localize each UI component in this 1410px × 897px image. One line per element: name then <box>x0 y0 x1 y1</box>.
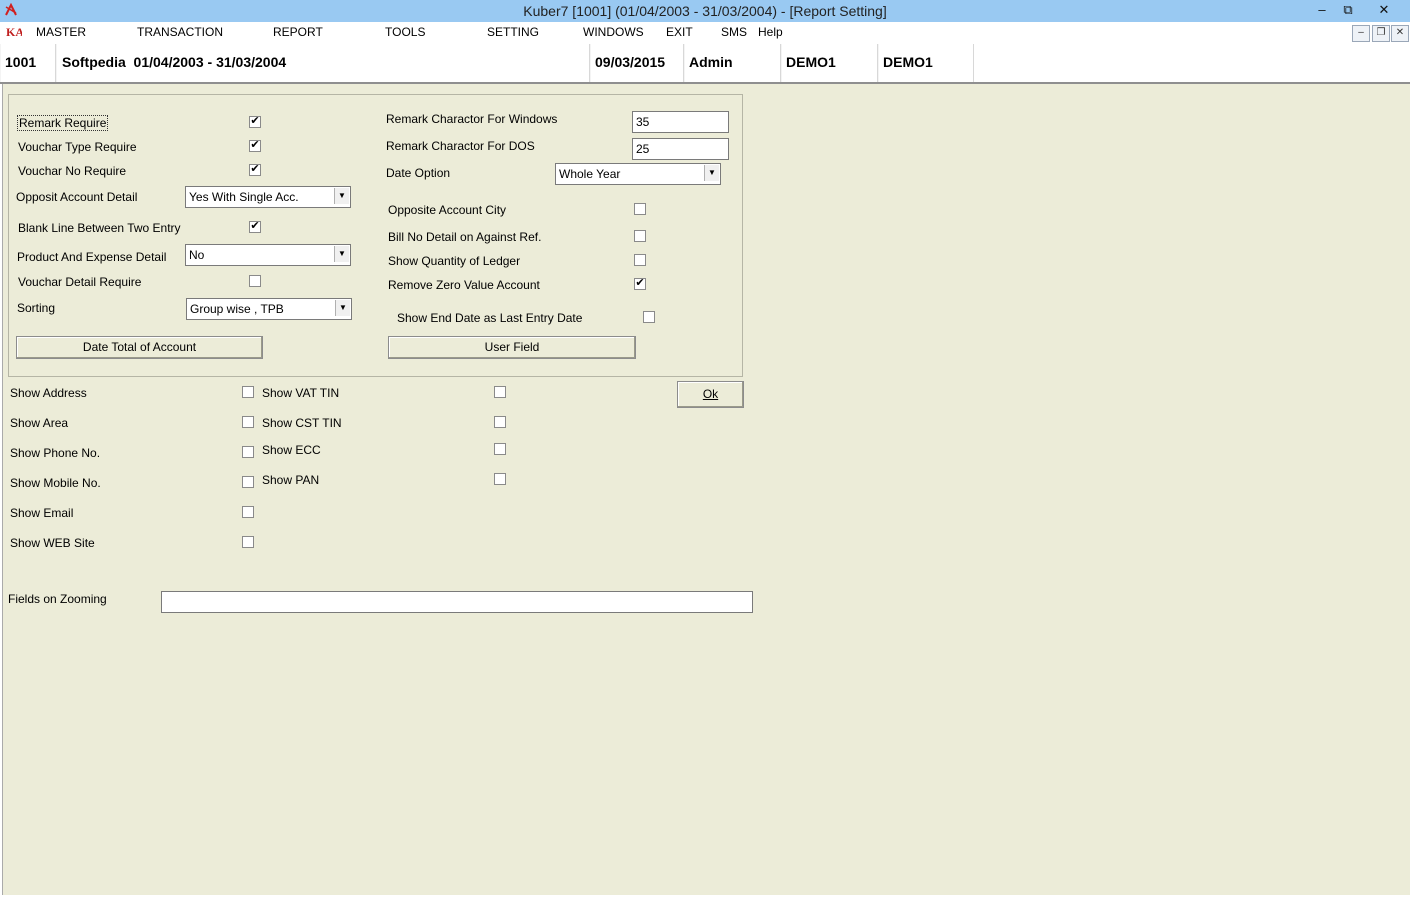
remove-zero-checkbox[interactable]: ✔ <box>634 278 646 290</box>
vouchar-detail-require-checkbox[interactable] <box>249 275 261 287</box>
show-ecc-label: Show ECC <box>262 443 321 457</box>
vouchar-type-require-checkbox[interactable]: ✔ <box>249 140 261 152</box>
opposite-city-checkbox[interactable] <box>634 203 646 215</box>
remark-windows-input[interactable]: 35 <box>632 111 729 133</box>
show-quantity-label: Show Quantity of Ledger <box>388 254 521 268</box>
remove-zero-label: Remove Zero Value Account <box>388 278 540 292</box>
show-email-checkbox[interactable] <box>242 506 254 518</box>
mdi-minimize-icon[interactable]: – <box>1352 25 1370 42</box>
product-expense-select[interactable]: No ▼ <box>185 244 351 266</box>
show-address-label: Show Address <box>10 386 87 400</box>
chevron-down-icon[interactable]: ▼ <box>335 300 350 316</box>
show-vat-tin-label: Show VAT TIN <box>262 386 340 400</box>
menu-sms[interactable]: SMS <box>721 25 747 39</box>
remark-dos-input[interactable]: 25 <box>632 138 729 160</box>
mdi-close-icon[interactable]: ✕ <box>1391 25 1409 42</box>
show-cst-tin-checkbox[interactable] <box>494 416 506 428</box>
check-mark-icon: ✔ <box>250 220 260 232</box>
blank-line-label: Blank Line Between Two Entry <box>18 221 181 235</box>
opposite-city-label: Opposite Account City <box>388 203 507 217</box>
input-value: 25 <box>636 142 650 156</box>
product-expense-label: Product And Expense Detail <box>17 250 167 264</box>
remark-require-label: Remark Require <box>17 115 109 131</box>
close-icon[interactable]: ✕ <box>1362 0 1406 20</box>
bill-no-detail-label: Bill No Detail on Against Ref. <box>388 230 542 244</box>
menu-tools[interactable]: TOOLS <box>385 25 425 39</box>
show-end-date-label: Show End Date as Last Entry Date <box>397 311 583 325</box>
database-name-2: DEMO1 <box>883 54 933 70</box>
show-phone-checkbox[interactable] <box>242 446 254 458</box>
date-option-label: Date Option <box>386 166 451 180</box>
fields-on-zooming-input[interactable] <box>161 591 753 613</box>
menu-transaction[interactable]: TRANSACTION <box>137 25 223 39</box>
date-option-select[interactable]: Whole Year ▼ <box>555 163 721 185</box>
opposit-account-detail-label: Opposit Account Detail <box>16 190 138 204</box>
menu-app-icon[interactable]: KA <box>6 25 24 42</box>
show-end-date-checkbox[interactable] <box>643 311 655 323</box>
opposit-account-detail-select[interactable]: Yes With Single Acc. ▼ <box>185 186 351 208</box>
user-field-button[interactable]: User Field <box>388 336 636 359</box>
show-email-label: Show Email <box>10 506 74 520</box>
select-value: Whole Year <box>559 167 621 181</box>
minimize-icon[interactable]: – <box>1310 0 1334 20</box>
date-total-button[interactable]: Date Total of Account <box>16 336 263 359</box>
remark-dos-label: Remark Charactor For DOS <box>386 139 535 153</box>
vouchar-no-require-checkbox[interactable]: ✔ <box>249 164 261 176</box>
select-value: Group wise , TPB <box>190 302 284 316</box>
sorting-select[interactable]: Group wise , TPB ▼ <box>186 298 352 320</box>
menu-master[interactable]: MASTER <box>36 25 86 39</box>
menu-report[interactable]: REPORT <box>273 25 323 39</box>
show-vat-tin-checkbox[interactable] <box>494 386 506 398</box>
menu-help[interactable]: Help <box>758 25 783 39</box>
show-area-label: Show Area <box>10 416 69 430</box>
show-ecc-checkbox[interactable] <box>494 443 506 455</box>
check-mark-icon: ✔ <box>250 163 260 175</box>
current-date: 09/03/2015 <box>595 54 666 70</box>
menu-exit[interactable]: EXIT <box>666 25 693 39</box>
svg-text:KA: KA <box>6 25 22 39</box>
company-code: 1001 <box>5 54 37 70</box>
show-cst-tin-label: Show CST TIN <box>262 416 342 430</box>
remark-windows-label: Remark Charactor For Windows <box>386 112 558 126</box>
vouchar-no-require-label: Vouchar No Require <box>18 164 127 178</box>
settings-group-box <box>8 94 743 377</box>
show-website-checkbox[interactable] <box>242 536 254 548</box>
mdi-restore-icon[interactable]: ❐ <box>1372 25 1390 42</box>
restore-icon[interactable]: ⧉ <box>1336 0 1360 20</box>
menu-setting[interactable]: SETTING <box>487 25 539 39</box>
fields-on-zooming-label: Fields on Zooming <box>8 592 107 606</box>
check-mark-icon: ✔ <box>635 277 645 289</box>
vouchar-detail-require-label: Vouchar Detail Require <box>18 275 142 289</box>
check-mark-icon: ✔ <box>250 115 260 127</box>
show-phone-label: Show Phone No. <box>10 446 101 460</box>
show-mobile-label: Show Mobile No. <box>10 476 101 490</box>
select-value: Yes With Single Acc. <box>189 190 299 204</box>
vouchar-type-require-label: Vouchar Type Require <box>18 140 137 154</box>
menu-windows[interactable]: WINDOWS <box>583 25 644 39</box>
chevron-down-icon[interactable]: ▼ <box>704 165 719 181</box>
chevron-down-icon[interactable]: ▼ <box>334 188 349 204</box>
show-address-checkbox[interactable] <box>242 386 254 398</box>
current-user: Admin <box>689 54 733 70</box>
show-mobile-checkbox[interactable] <box>242 476 254 488</box>
show-pan-checkbox[interactable] <box>494 473 506 485</box>
check-mark-icon: ✔ <box>250 139 260 151</box>
input-value: 35 <box>636 115 650 129</box>
sorting-label: Sorting <box>17 301 56 315</box>
chevron-down-icon[interactable]: ▼ <box>334 246 349 262</box>
show-website-label: Show WEB Site <box>10 536 95 550</box>
show-pan-label: Show PAN <box>262 473 320 487</box>
window-title: Kuber7 [1001] (01/04/2003 - 31/03/2004) … <box>523 3 887 19</box>
select-value: No <box>189 248 205 262</box>
database-name: DEMO1 <box>786 54 836 70</box>
company-name: Softpedia 01/04/2003 - 31/03/2004 <box>62 54 287 70</box>
blank-line-checkbox[interactable]: ✔ <box>249 221 261 233</box>
ok-button[interactable]: Ok <box>677 381 744 408</box>
show-area-checkbox[interactable] <box>242 416 254 428</box>
remark-require-checkbox[interactable]: ✔ <box>249 116 261 128</box>
bill-no-detail-checkbox[interactable] <box>634 230 646 242</box>
show-quantity-checkbox[interactable] <box>634 254 646 266</box>
